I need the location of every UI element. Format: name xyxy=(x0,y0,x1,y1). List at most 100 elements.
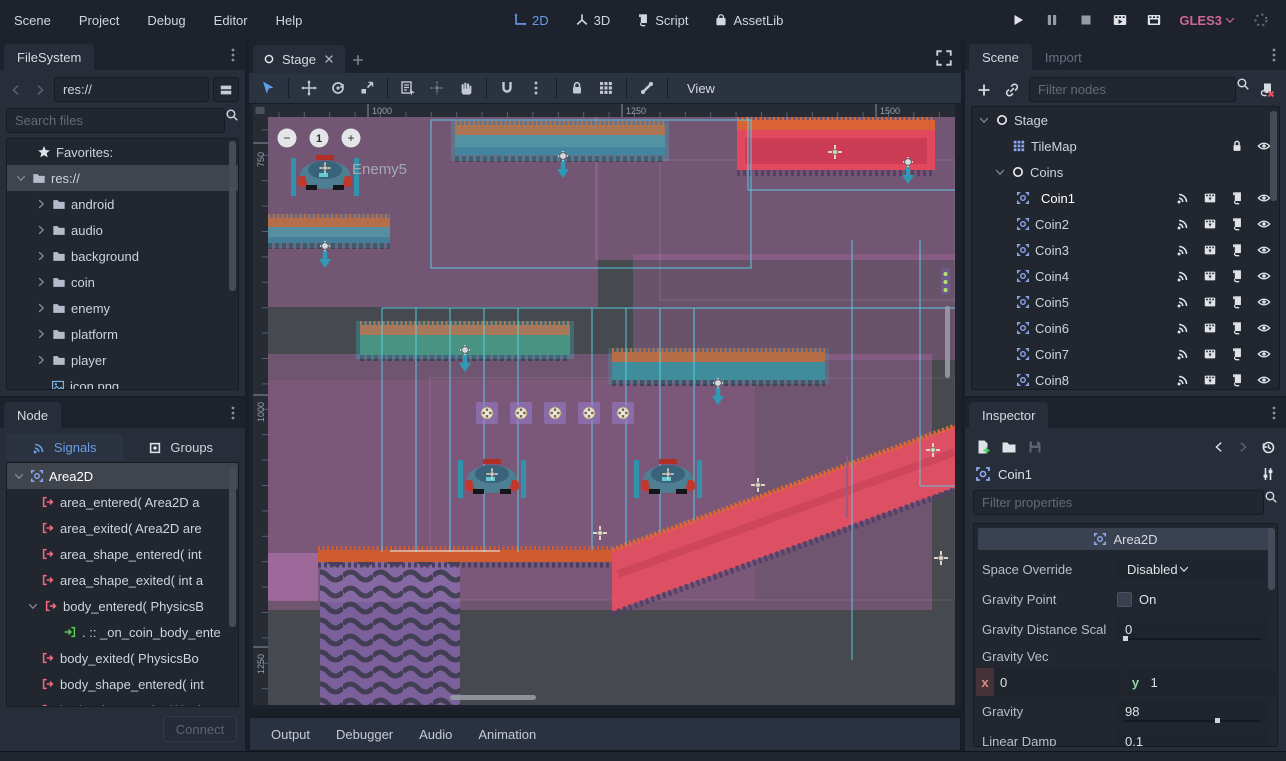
tree-row-coin1[interactable]: Coin1 xyxy=(972,185,1279,211)
signal-row[interactable]: area_shape_exited( int a xyxy=(7,567,238,593)
eye-icon[interactable] xyxy=(1257,191,1271,205)
fs-row-background[interactable]: background xyxy=(7,243,238,269)
group-icon[interactable] xyxy=(1203,347,1217,361)
caret-down-icon[interactable] xyxy=(994,166,1006,178)
tab-groups[interactable]: Groups xyxy=(123,434,240,461)
zoom-in-button[interactable]: + xyxy=(342,129,361,148)
pan-tool-button[interactable] xyxy=(455,77,477,99)
mode-script-button[interactable]: Script xyxy=(628,9,696,32)
select-tool-button[interactable] xyxy=(257,77,279,99)
fs-row-platform[interactable]: platform xyxy=(7,321,238,347)
caret-right-icon[interactable] xyxy=(35,328,47,340)
caret-right-icon[interactable] xyxy=(35,302,47,314)
pivot-tool-button[interactable] xyxy=(426,77,448,99)
signal-row[interactable]: area_shape_entered( int xyxy=(7,541,238,567)
script-icon[interactable] xyxy=(1230,217,1244,231)
gravity-vec-x-field[interactable]: x0 xyxy=(976,668,1125,696)
tree-row-tilemap[interactable]: TileMap xyxy=(972,133,1279,159)
platform-left[interactable] xyxy=(268,214,390,248)
fs-row-enemy[interactable]: enemy xyxy=(7,295,238,321)
signal-row[interactable]: area_exited( Area2D are xyxy=(7,515,238,541)
filesystem-menu-icon[interactable] xyxy=(225,47,241,63)
move-tool-button[interactable] xyxy=(298,77,320,99)
fs-row-player[interactable]: player xyxy=(7,347,238,373)
add-node-button[interactable] xyxy=(973,79,995,101)
canvas-vertical-scrollbar[interactable] xyxy=(945,306,950,378)
signals-scrollbar[interactable] xyxy=(229,465,236,704)
tab-stage-scene[interactable]: Stage xyxy=(253,45,345,73)
menu-debug[interactable]: Debug xyxy=(137,9,195,32)
update-spinner-icon[interactable] xyxy=(1248,7,1274,33)
history-icon[interactable] xyxy=(1260,439,1276,455)
tree-row-coin2[interactable]: Coin2 xyxy=(972,211,1279,237)
signal-row[interactable]: area_entered( Area2D a xyxy=(7,489,238,515)
stop-button[interactable] xyxy=(1073,7,1099,33)
play-custom-scene-button[interactable] xyxy=(1141,7,1167,33)
signal-row[interactable]: body_exited( PhysicsBo xyxy=(7,645,238,671)
signal-row[interactable]: body_shape_entered( int xyxy=(7,671,238,697)
tree-row-coin7[interactable]: Coin7 xyxy=(972,341,1279,367)
script-icon[interactable] xyxy=(1230,321,1244,335)
filter-nodes-input[interactable] xyxy=(1029,77,1236,102)
scale-tool-button[interactable] xyxy=(356,77,378,99)
caret-right-icon[interactable] xyxy=(35,198,47,210)
gravity-distance-scale-field[interactable]: 0 xyxy=(1117,618,1267,641)
fs-path-field[interactable]: res:// xyxy=(54,77,209,102)
mode-3d-button[interactable]: 3D xyxy=(567,9,619,32)
eye-icon[interactable] xyxy=(1257,269,1271,283)
signal-icon[interactable] xyxy=(1176,373,1190,387)
group-icon[interactable] xyxy=(1203,217,1217,231)
renderer-dropdown[interactable]: GLES3 xyxy=(1175,13,1240,28)
caret-down-icon[interactable] xyxy=(13,470,25,482)
fs-row-audio[interactable]: audio xyxy=(7,217,238,243)
signal-row[interactable]: body_shape_exited( int b xyxy=(7,697,238,707)
group-icon[interactable] xyxy=(1203,295,1217,309)
tab-debugger[interactable]: Debugger xyxy=(325,722,404,747)
rotate-tool-button[interactable] xyxy=(327,77,349,99)
tab-animation[interactable]: Animation xyxy=(467,722,547,747)
eye-icon[interactable] xyxy=(1257,243,1271,257)
eye-icon[interactable] xyxy=(1257,295,1271,309)
gem-sprite[interactable] xyxy=(941,268,950,294)
history-forward-icon[interactable] xyxy=(1236,440,1250,454)
view-menu[interactable]: View xyxy=(677,81,725,96)
group-icon[interactable] xyxy=(1203,191,1217,205)
caret-right-icon[interactable] xyxy=(35,250,47,262)
caret-right-icon[interactable] xyxy=(35,354,47,366)
tree-row-coin4[interactable]: Coin4 xyxy=(972,263,1279,289)
search-files-input[interactable] xyxy=(6,108,225,133)
filesystem-scrollbar[interactable] xyxy=(229,141,236,387)
fs-row-android[interactable]: android xyxy=(7,191,238,217)
eye-icon[interactable] xyxy=(1257,347,1271,361)
group-icon[interactable] xyxy=(1203,321,1217,335)
lock-icon[interactable] xyxy=(1230,139,1244,153)
fs-split-mode-button[interactable] xyxy=(213,77,239,102)
signal-icon[interactable] xyxy=(1176,347,1190,361)
tab-filesystem[interactable]: FileSystem xyxy=(4,44,94,70)
node-menu-icon[interactable] xyxy=(225,405,241,421)
snap-options-button[interactable] xyxy=(525,77,547,99)
fs-row-icon-png[interactable]: icon.png xyxy=(7,373,238,390)
gravity-point-checkbox[interactable] xyxy=(1117,592,1132,607)
signal-root-area2d[interactable]: Area2D xyxy=(7,463,238,489)
script-icon[interactable] xyxy=(1230,373,1244,387)
section-header-area2d[interactable]: Area2D xyxy=(978,528,1273,550)
mode-assetlib-button[interactable]: AssetLib xyxy=(706,9,791,32)
scene-tree-scrollbar[interactable] xyxy=(1270,109,1277,387)
clear-script-button[interactable] xyxy=(1256,79,1278,101)
group-icon[interactable] xyxy=(1203,373,1217,387)
list-select-button[interactable] xyxy=(397,77,419,99)
group-icon[interactable] xyxy=(1203,269,1217,283)
inspector-menu-icon[interactable] xyxy=(1266,405,1282,421)
menu-project[interactable]: Project xyxy=(69,9,129,32)
inspector-scrollbar[interactable] xyxy=(1268,526,1275,744)
tab-output[interactable]: Output xyxy=(260,722,321,747)
snap-toggle-button[interactable] xyxy=(496,77,518,99)
signal-row-body-entered[interactable]: body_entered( PhysicsB xyxy=(7,593,238,619)
caret-down-icon[interactable] xyxy=(15,172,27,184)
eye-icon[interactable] xyxy=(1257,373,1271,387)
script-icon[interactable] xyxy=(1230,347,1244,361)
lock-object-button[interactable] xyxy=(566,77,588,99)
tab-scene[interactable]: Scene xyxy=(969,44,1032,70)
menu-editor[interactable]: Editor xyxy=(204,9,258,32)
